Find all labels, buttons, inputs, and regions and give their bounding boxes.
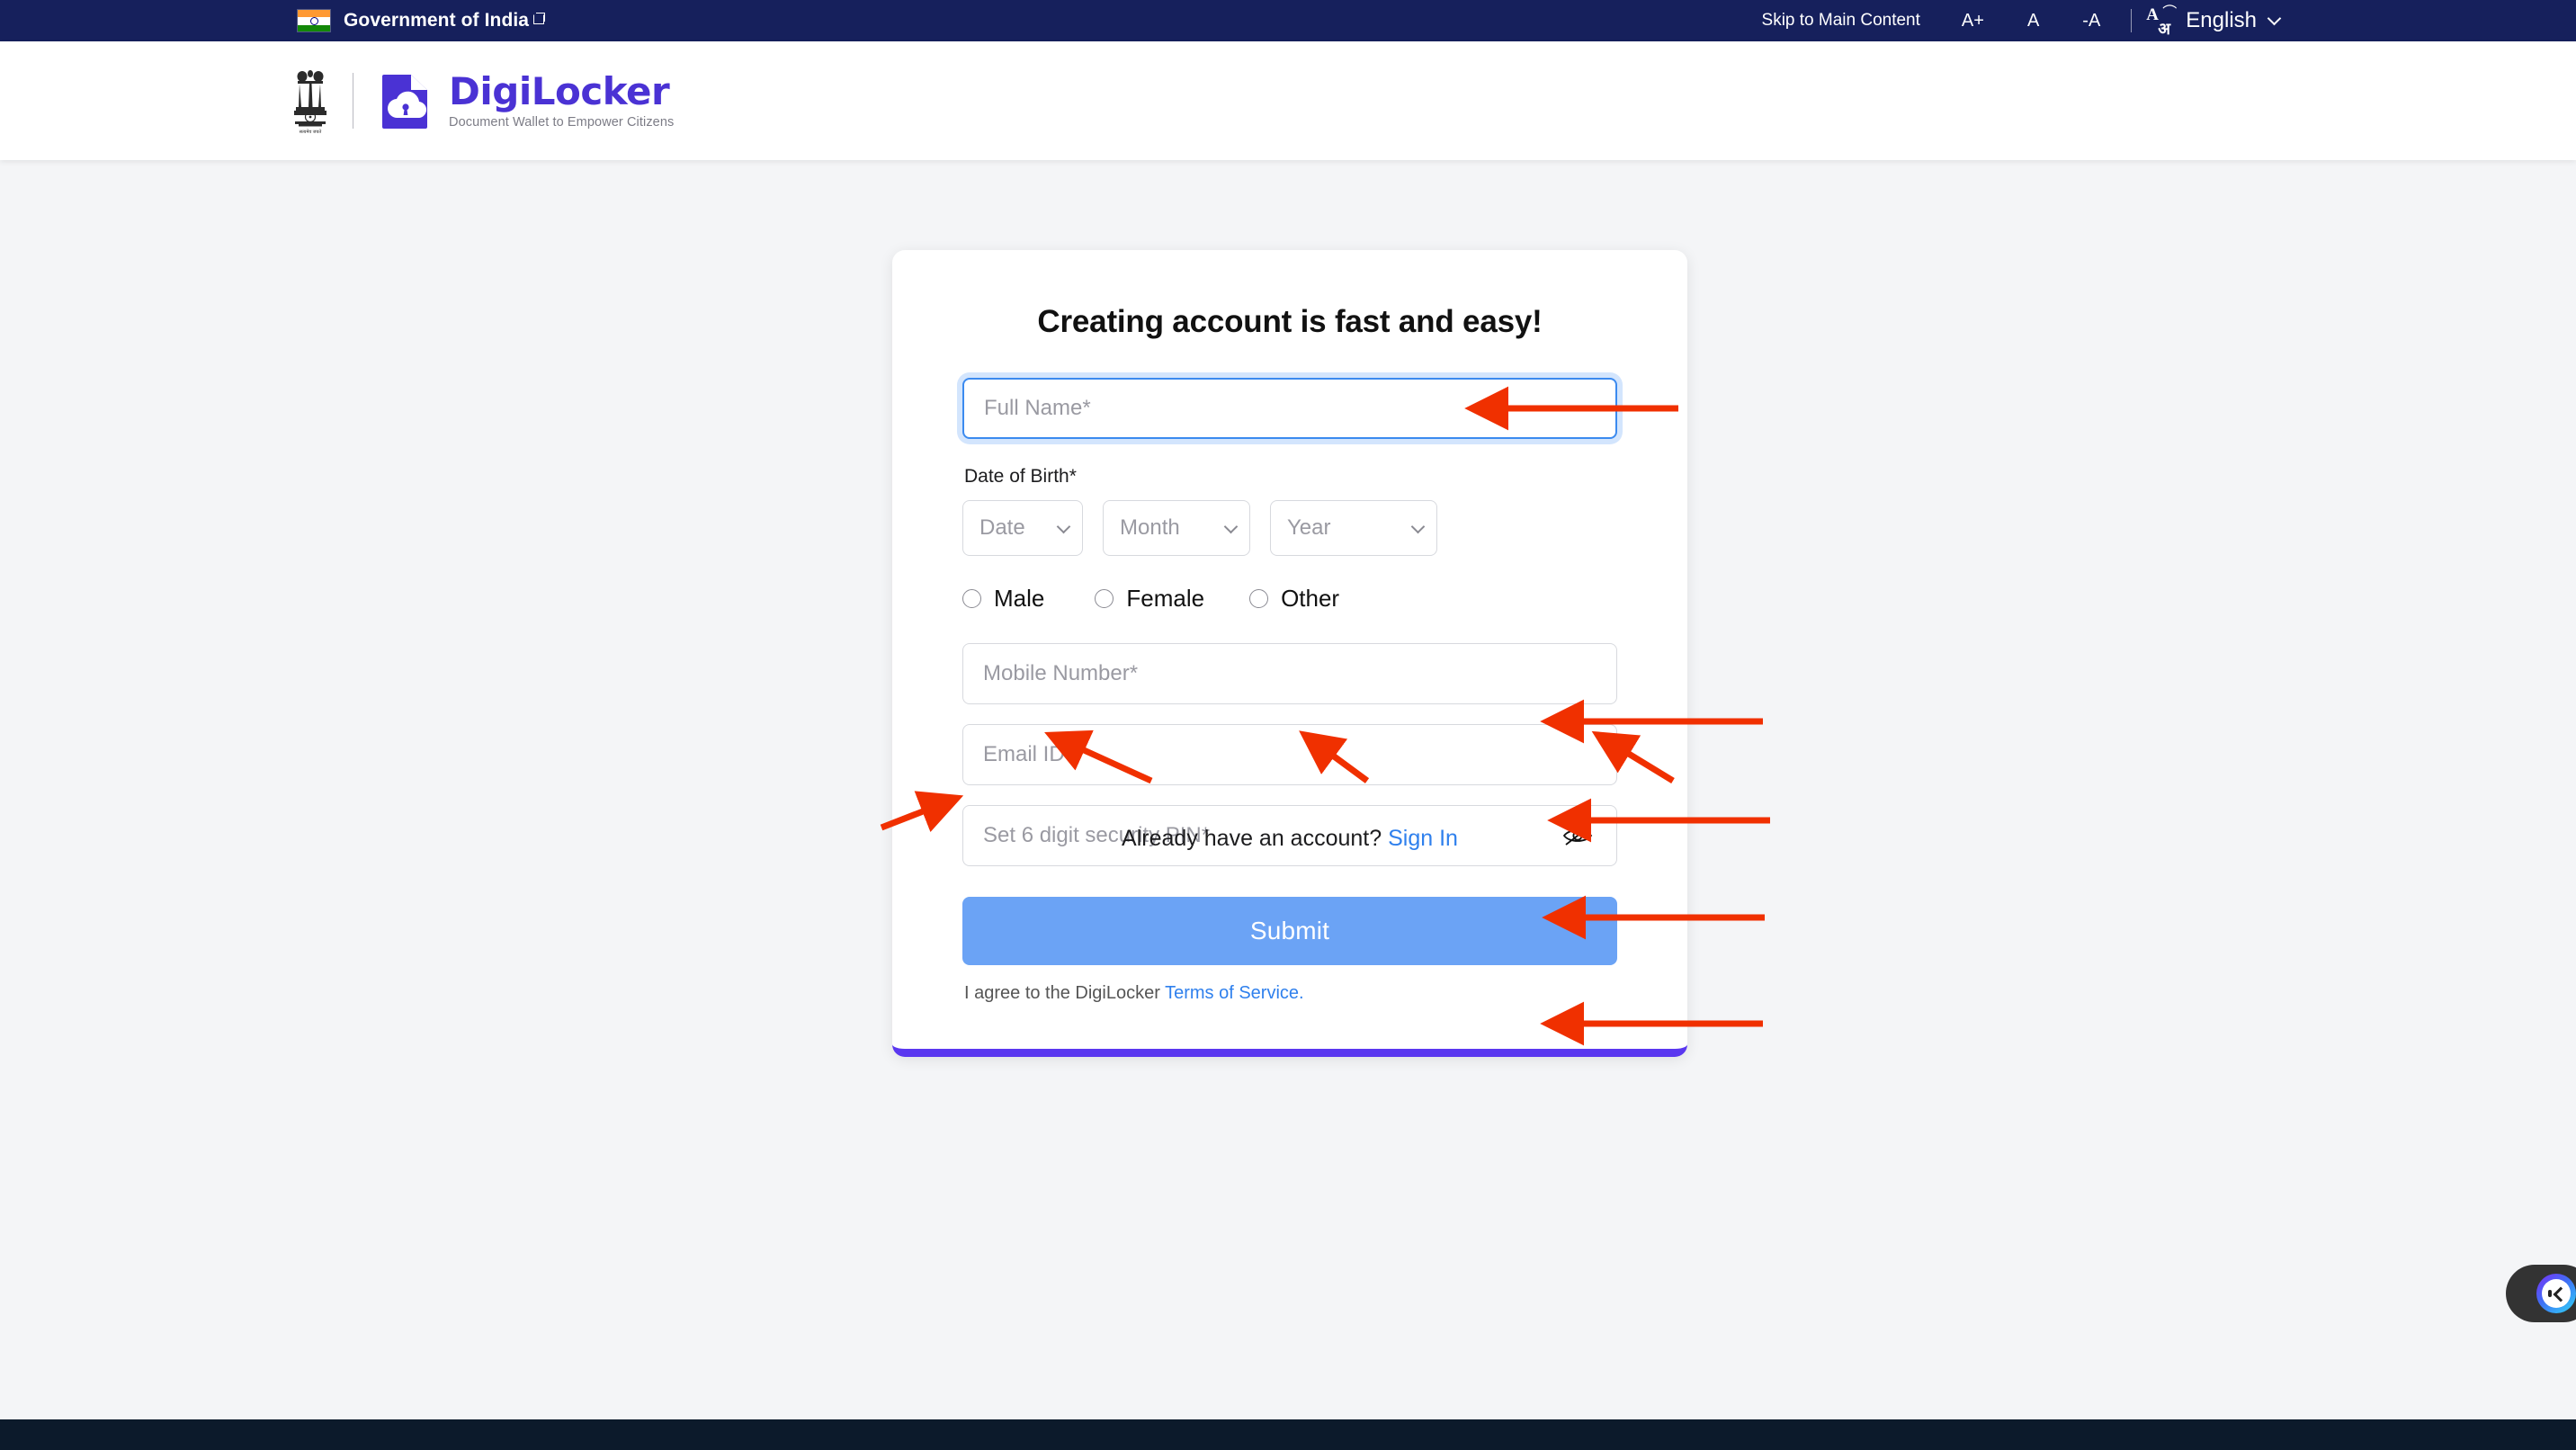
language-selector[interactable]: English: [2178, 8, 2282, 33]
chat-assistant-icon: [2536, 1274, 2576, 1313]
gov-bar-divider: [2131, 9, 2133, 32]
india-national-emblem-icon: सत्यमेव जयते: [290, 66, 331, 136]
gender-group: Male Female Other: [962, 585, 1617, 613]
font-size-normal-button[interactable]: A: [2006, 11, 2061, 31]
gender-female-label: Female: [1126, 585, 1205, 612]
signin-prompt-text: Already have an account?: [1122, 826, 1389, 851]
gov-brand-group: Government of India: [297, 9, 546, 32]
page-footer: [0, 1419, 2576, 1450]
dob-year-value: Year: [1287, 515, 1331, 540]
sign-in-link[interactable]: Sign In: [1388, 826, 1458, 851]
chevron-down-icon: [2267, 11, 2282, 26]
submit-button[interactable]: Submit: [962, 897, 1617, 965]
translate-icon[interactable]: A ⌒ अ: [2144, 4, 2178, 38]
india-flag-icon: [297, 9, 331, 32]
language-label: English: [2186, 8, 2257, 32]
dob-year-select-wrap: Year: [1270, 500, 1437, 556]
gender-male-radio[interactable]: [962, 589, 981, 608]
skip-to-main-content-link[interactable]: Skip to Main Content: [1762, 11, 1940, 31]
brand-tagline: Document Wallet to Empower Citizens: [449, 115, 675, 130]
translate-icon-devanagari: अ: [2158, 20, 2171, 38]
date-of-birth-label: Date of Birth*: [964, 466, 1077, 487]
email-input[interactable]: [962, 724, 1617, 785]
signin-prompt: Already have an account? Sign In: [892, 826, 1687, 852]
full-name-input[interactable]: [962, 378, 1617, 439]
government-top-bar: Government of India Skip to Main Content…: [0, 0, 2576, 41]
dob-month-value: Month: [1120, 515, 1180, 540]
brand-group[interactable]: सत्यमेव जयते DigiLocker Document Wallet …: [290, 66, 674, 136]
gov-title-text: Government of India: [344, 10, 530, 31]
svg-text:सत्यमेव जयते: सत्यमेव जयते: [300, 129, 322, 135]
terms-agreement: I agree to the DigiLocker Terms of Servi…: [964, 983, 1617, 1004]
font-size-increase-button[interactable]: A+: [1940, 11, 2006, 31]
date-of-birth-group: Date Month Year: [962, 500, 1617, 556]
terms-of-service-link[interactable]: Terms of Service.: [1165, 983, 1303, 1003]
gov-accessibility-group: Skip to Main Content A+ A -A A ⌒ अ Engli…: [1762, 4, 2282, 38]
gender-female-radio[interactable]: [1095, 589, 1114, 608]
signup-card: Creating account is fast and easy! Date …: [892, 250, 1687, 1057]
gender-other-radio[interactable]: [1249, 589, 1269, 608]
digilocker-logo[interactable]: DigiLocker Document Wallet to Empower Ci…: [375, 71, 674, 130]
digilocker-document-cloud-lock-icon: [375, 71, 436, 130]
page-title: Creating account is fast and easy!: [1037, 304, 1543, 339]
site-header: सत्यमेव जयते DigiLocker Document Wallet …: [0, 41, 2576, 160]
chat-assistant-button[interactable]: [2506, 1265, 2576, 1322]
mobile-input[interactable]: [962, 643, 1617, 704]
gov-title: Government of India: [344, 10, 546, 31]
terms-prefix: I agree to the DigiLocker: [964, 983, 1166, 1003]
main-content: Creating account is fast and easy! Date …: [0, 160, 2576, 1419]
dob-month-select[interactable]: Month: [1103, 500, 1250, 556]
dob-year-select[interactable]: Year: [1270, 500, 1437, 556]
font-size-decrease-button[interactable]: -A: [2061, 11, 2122, 31]
gender-other-option[interactable]: Other: [1249, 585, 1339, 613]
gender-male-option[interactable]: Male: [962, 585, 1044, 613]
external-link-icon: [533, 13, 546, 24]
dob-date-value: Date: [979, 515, 1025, 540]
gender-other-label: Other: [1281, 585, 1340, 612]
dob-date-select[interactable]: Date: [962, 500, 1083, 556]
brand-name: DigiLocker: [449, 68, 670, 113]
dob-date-select-wrap: Date: [962, 500, 1083, 556]
translate-icon-latin: A: [2146, 5, 2160, 24]
dob-month-select-wrap: Month: [1103, 500, 1250, 556]
gender-male-label: Male: [994, 585, 1045, 612]
gender-female-option[interactable]: Female: [1095, 585, 1204, 613]
